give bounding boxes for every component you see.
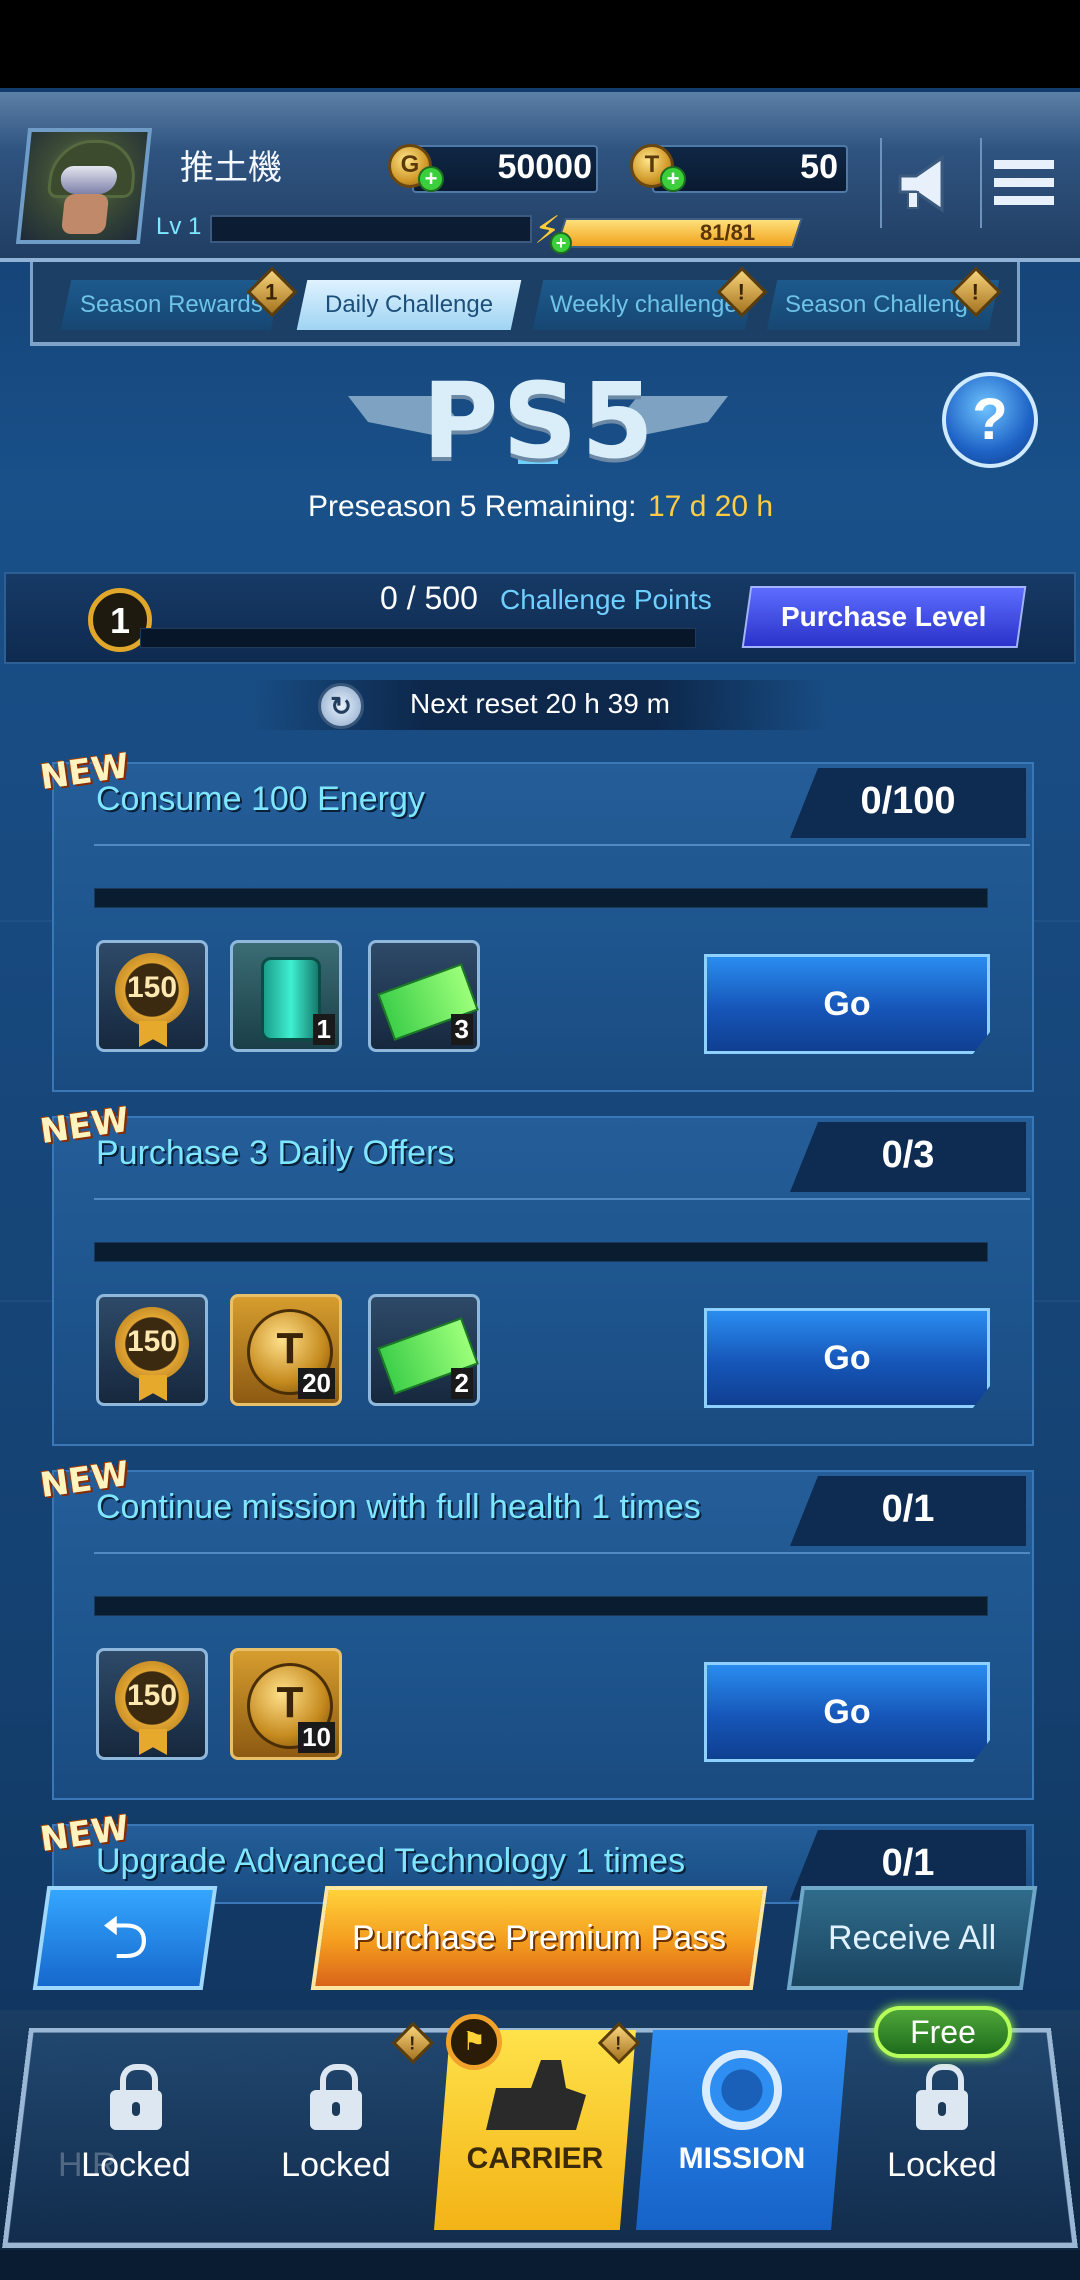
challenge-progress-bar [94,888,988,908]
button-label: Purchase Premium Pass [351,1919,727,1957]
purchase-level-button[interactable]: Purchase Level [741,586,1027,648]
season-remaining-value: 17 d 20 h [648,490,774,523]
player-name: 推土機 [180,148,282,188]
hamburger-menu-icon [994,160,1054,205]
button-label: Receive All [827,1919,997,1957]
reward-t-coin[interactable]: T 20 [230,1294,342,1406]
nav-item-locked-1[interactable]: Locked [36,2034,236,2230]
card-separator [94,1552,1030,1554]
xp-bar [210,215,532,243]
reward-count: 10 [298,1722,335,1753]
reward-t-coin[interactable]: T 10 [230,1648,342,1760]
add-gold-button[interactable]: + [418,166,444,192]
back-arrow-icon: ⮌ [100,1903,150,1973]
go-button[interactable]: Go [704,954,990,1054]
free-badge: Free [874,2006,1012,2058]
reward-value: 150 [126,1325,178,1358]
reward-count: 20 [298,1368,335,1399]
challenge-progress-bar [94,1242,988,1262]
announcement-button[interactable] [880,138,962,228]
go-button[interactable]: Go [704,1308,990,1408]
player-avatar[interactable] [15,128,153,244]
gold-value: 50000 [497,148,592,186]
reward-ticket[interactable]: 2 [368,1294,480,1406]
question-mark-icon: ? [972,387,1008,452]
reward-medal[interactable]: 150 [96,1294,208,1406]
status-bar [0,0,1080,88]
challenge-progress: 0/1 [881,1488,935,1530]
challenge-progress: 0/100 [860,780,956,822]
reset-clock-icon: ↻ [318,683,364,729]
season-remaining-label: Preseason 5 Remaining: [308,490,637,523]
next-reset-text: Next reset 20 h 39 m [410,688,670,719]
lock-icon [110,2064,162,2130]
nav-label: Locked [281,2146,391,2184]
purchase-premium-pass-button[interactable]: Purchase Premium Pass [310,1886,768,1990]
reward-ticket[interactable]: 3 [368,940,480,1052]
t-coin-value: 50 [800,148,838,186]
energy-bar [555,218,803,248]
challenge-progress-bar [94,1596,988,1616]
challenge-title: Upgrade Advanced Technology 1 times [96,1842,686,1880]
add-energy-button[interactable]: + [550,232,572,254]
tab-season-rewards[interactable]: Season Rewards [60,280,282,330]
challenge-points-value: 0 / 500 [380,580,478,616]
card-separator [94,1198,1030,1200]
reward-count: 3 [450,1014,473,1045]
back-button[interactable]: ⮌ [32,1886,218,1990]
nav-item-locked-3[interactable]: Locked [842,2034,1042,2230]
energy-value: 81/81 [700,220,756,245]
nav-label: Locked [887,2146,997,2184]
challenge-progress: 0/1 [881,1842,935,1884]
nav-label-mission: MISSION [678,2142,806,2175]
receive-all-button[interactable]: Receive All [786,1886,1038,1990]
reward-count: 2 [450,1368,473,1399]
lock-icon [310,2064,362,2130]
player-level: Lv 1 [156,213,202,240]
menu-button[interactable] [980,138,1062,228]
tab-daily-challenge[interactable]: Daily Challenge [296,280,522,330]
reward-value: 150 [126,971,178,1004]
reward-medal[interactable]: 150 [96,1648,208,1760]
add-t-coin-button[interactable]: + [660,166,686,192]
energy-fill [557,220,801,246]
tab-label: Season Rewards [79,291,263,318]
nav-label: Locked [81,2146,191,2184]
megaphone-icon [898,155,944,213]
radar-icon [702,2050,782,2130]
season-logo-text: PS5 [422,360,658,482]
nav-label-carrier: CARRIER [466,2142,604,2175]
challenge-title: Continue mission with full health 1 time… [96,1488,701,1526]
reward-value: 150 [126,1679,178,1712]
lock-icon [916,2064,968,2130]
bottom-edge [0,2250,1080,2280]
flag-icon: ⚑ [446,2014,502,2070]
tab-label: Daily Challenge [324,291,494,318]
challenge-title: Consume 100 Energy [96,780,425,818]
reward-count: 1 [312,1014,335,1045]
go-button[interactable]: Go [704,1662,990,1762]
tab-label: Season Challenge [784,291,982,318]
challenge-progress: 0/3 [881,1134,935,1176]
challenge-title: Purchase 3 Daily Offers [96,1134,455,1172]
reward-energy[interactable]: 1 [230,940,342,1052]
challenge-points-label: Challenge Points [500,584,712,615]
button-label: Purchase Level [781,601,987,632]
help-button[interactable]: ? [942,372,1038,468]
reward-medal[interactable]: 150 [96,940,208,1052]
challenge-points-bar [140,628,696,648]
card-separator [94,844,1030,846]
nav-item-locked-2[interactable]: Locked [236,2034,436,2230]
tab-label: Weekly challenge [550,291,738,318]
